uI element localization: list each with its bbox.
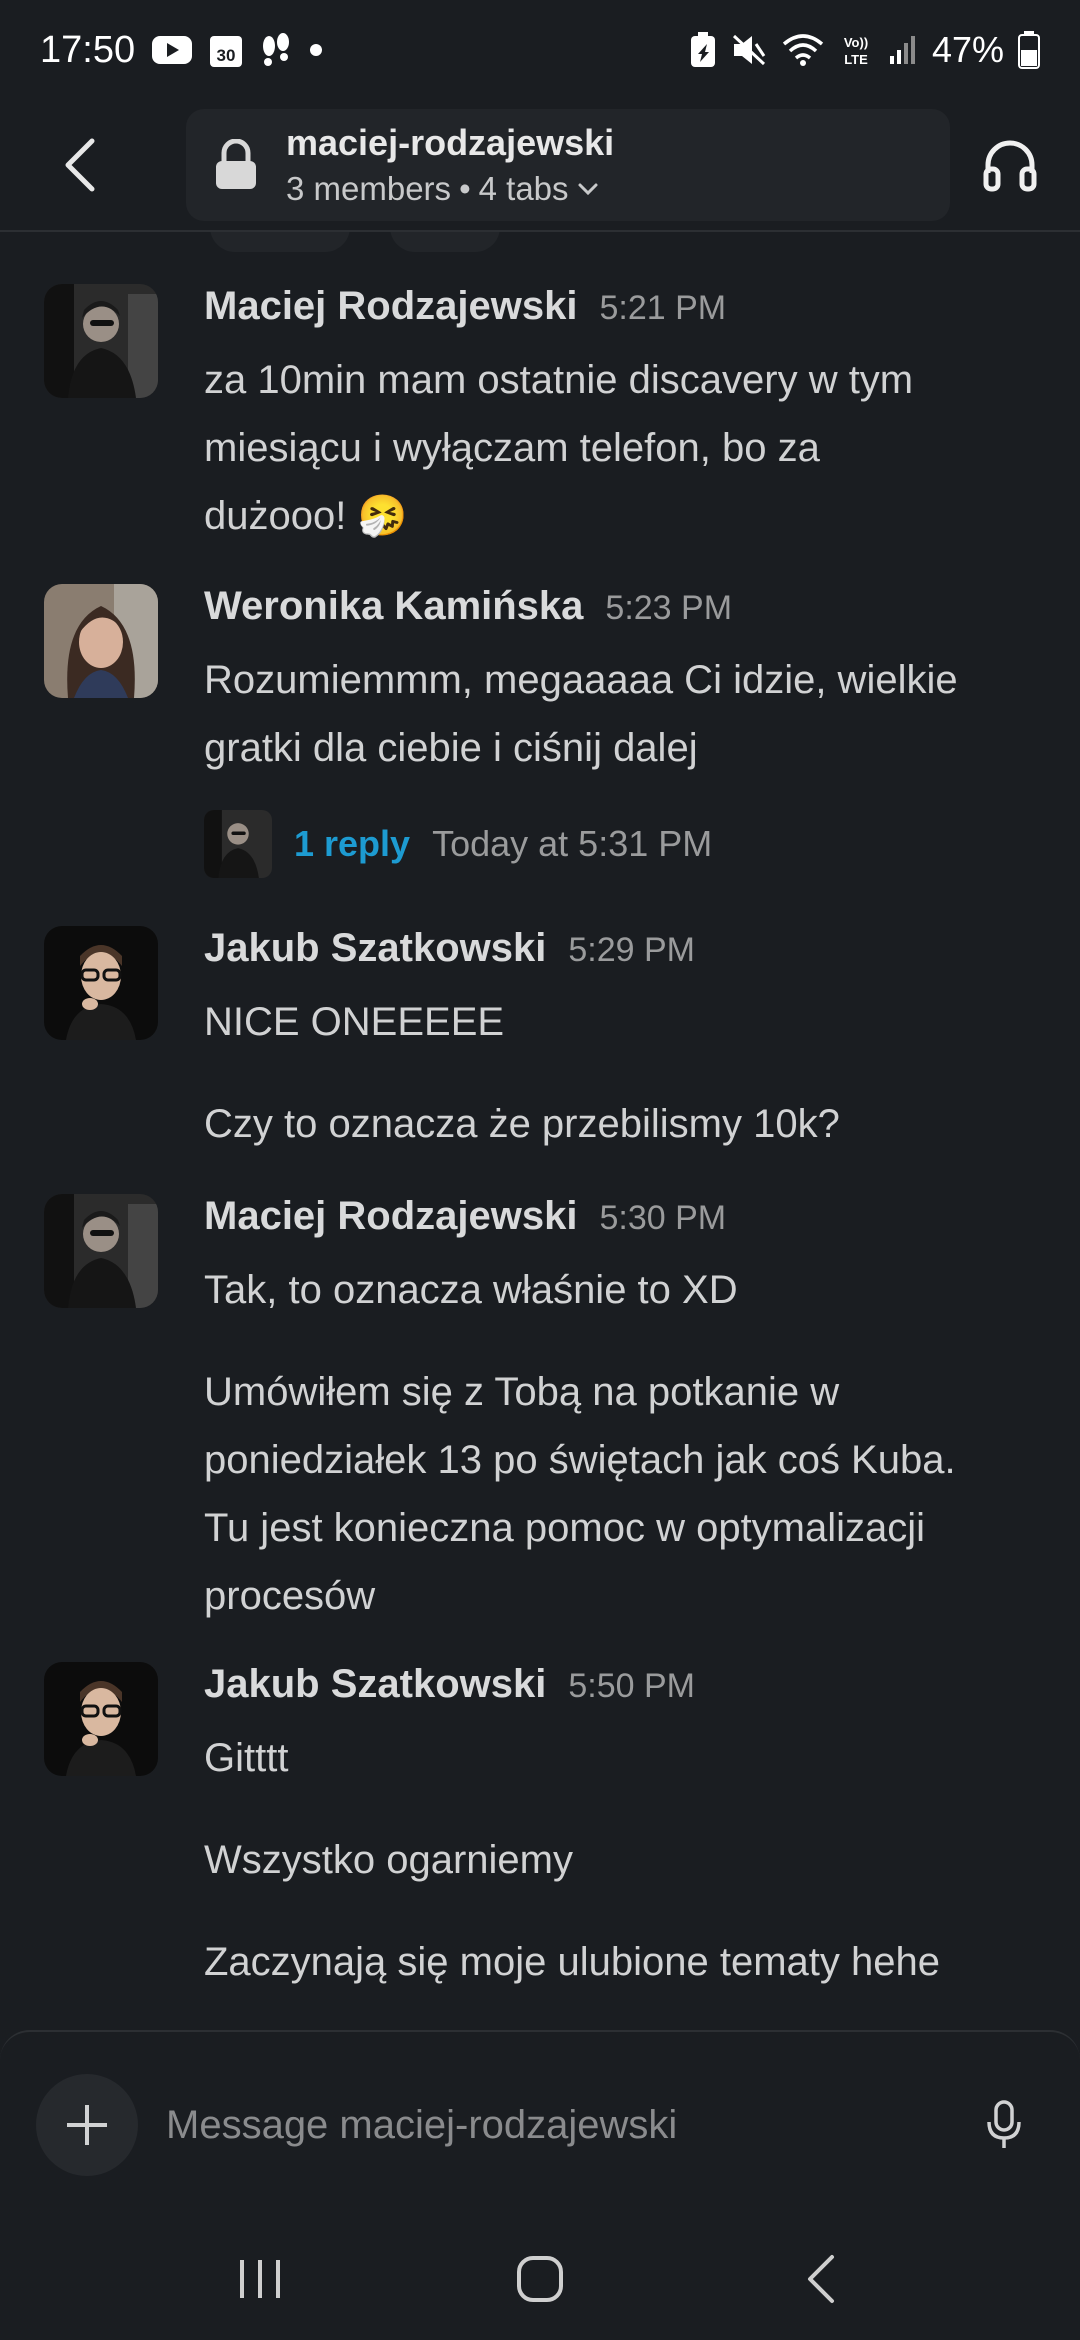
reaction-pill[interactable] — [210, 232, 350, 252]
message-text: za 10min mam ostatnie discavery w tym — [204, 358, 914, 402]
thread-replies[interactable]: 1 reply Today at 5:31 PM — [204, 810, 1080, 878]
author-name[interactable]: Maciej Rodzajewski — [204, 1194, 577, 1239]
timestamp: 5:21 PM — [599, 289, 727, 327]
calendar-icon: 30 — [209, 32, 243, 68]
chevron-down-icon — [578, 183, 598, 196]
message-text: Czy to oznacza że przebilismy 10k? — [204, 1102, 840, 1146]
add-attachment-button[interactable] — [36, 2074, 138, 2176]
svg-text:Vo)): Vo)) — [844, 35, 868, 50]
recent-apps-icon — [240, 2260, 280, 2298]
avatar[interactable] — [44, 1194, 158, 1308]
youtube-icon — [151, 34, 193, 66]
message-text: Rozumiemmm, megaaaaa Ci idzie, wielkie — [204, 658, 958, 702]
message-text: NICE ONEEEEE — [204, 1000, 505, 1044]
author-name[interactable]: Weronika Kamińska — [204, 584, 583, 629]
timestamp: 5:29 PM — [568, 931, 695, 969]
wifi-icon — [782, 32, 824, 68]
reply-count-link[interactable]: 1 reply — [294, 823, 410, 865]
system-back-button[interactable] — [760, 2234, 880, 2324]
last-reply-time: Today at 5:31 PM — [432, 823, 713, 864]
microphone-icon — [987, 2100, 1021, 2148]
author-name[interactable]: Jakub Szatkowski — [204, 1662, 546, 1707]
message-text: Tu jest konieczna pomoc w optymalizacji — [204, 1506, 926, 1550]
message-text: Gitttt — [204, 1736, 289, 1780]
steps-icon — [259, 32, 293, 68]
meta-separator: • — [459, 170, 471, 207]
timestamp: 5:30 PM — [599, 1199, 727, 1237]
message-text: Zaczynają się moje ulubione tematy hehe — [204, 1940, 940, 1984]
avatar[interactable] — [44, 926, 158, 1040]
svg-text:LTE: LTE — [844, 52, 868, 67]
battery-icon — [1018, 31, 1040, 69]
home-icon — [517, 2256, 563, 2302]
dot-icon — [309, 43, 323, 57]
system-nav-bar — [0, 2218, 1080, 2340]
lock-icon — [216, 139, 256, 189]
status-bar: 17:50 30 Vo)) LTE 47% — [0, 0, 1080, 100]
avatar[interactable] — [44, 584, 158, 698]
message-text: dużooo! 🤧 — [204, 494, 408, 538]
headphones-icon — [983, 140, 1037, 192]
home-button[interactable] — [480, 2234, 600, 2324]
message-input[interactable] — [166, 2102, 964, 2148]
status-time: 17:50 — [40, 28, 136, 71]
message-text: gratki dla ciebie i ciśnij dalej — [204, 726, 698, 770]
battery-saver-icon — [690, 32, 716, 68]
volte-icon: Vo)) LTE — [838, 32, 874, 68]
reaction-pill[interactable] — [390, 232, 500, 252]
message-composer — [0, 2030, 1080, 2218]
timestamp: 5:50 PM — [568, 1667, 695, 1705]
calendar-day: 30 — [217, 46, 236, 65]
tabs-count: 4 tabs — [478, 170, 569, 207]
message-list[interactable]: Maciej Rodzajewski 5:21 PM za 10min mam … — [0, 232, 1080, 2032]
timestamp: 5:23 PM — [605, 589, 733, 627]
back-arrow-icon — [808, 2255, 834, 2303]
huddle-button[interactable] — [970, 125, 1050, 205]
message-text: Umówiłem się z Tobą na potkanie w — [204, 1370, 840, 1414]
channel-header: maciej-rodzajewski 3 members • 4 tabs — [0, 100, 1080, 232]
chevron-left-icon — [65, 138, 95, 192]
avatar[interactable] — [44, 284, 158, 398]
battery-percent: 47% — [931, 29, 1004, 70]
channel-info-button[interactable]: maciej-rodzajewski 3 members • 4 tabs — [186, 109, 950, 221]
members-count: 3 members — [286, 170, 452, 207]
mute-icon — [730, 32, 768, 68]
author-name[interactable]: Maciej Rodzajewski — [204, 284, 577, 329]
avatar[interactable] — [44, 1662, 158, 1776]
message-text: Tak, to oznacza właśnie to XD — [204, 1268, 738, 1312]
message-text: miesiącu i wyłączam telefon, bo za — [204, 426, 820, 470]
message-text: procesów — [204, 1574, 376, 1618]
message-text: Wszystko ogarniemy — [204, 1838, 573, 1882]
channel-name: maciej-rodzajewski — [286, 122, 615, 163]
signal-icon — [888, 34, 918, 66]
author-name[interactable]: Jakub Szatkowski — [204, 926, 546, 971]
channel-meta: 3 members • 4 tabs — [286, 170, 614, 208]
message-text: poniedziałek 13 po świętach jak coś Kuba… — [204, 1438, 956, 1482]
voice-message-button[interactable] — [964, 2085, 1044, 2165]
recent-apps-button[interactable] — [200, 2234, 320, 2324]
back-button[interactable] — [30, 115, 130, 215]
reply-avatar — [204, 810, 272, 878]
plus-icon — [67, 2105, 107, 2145]
